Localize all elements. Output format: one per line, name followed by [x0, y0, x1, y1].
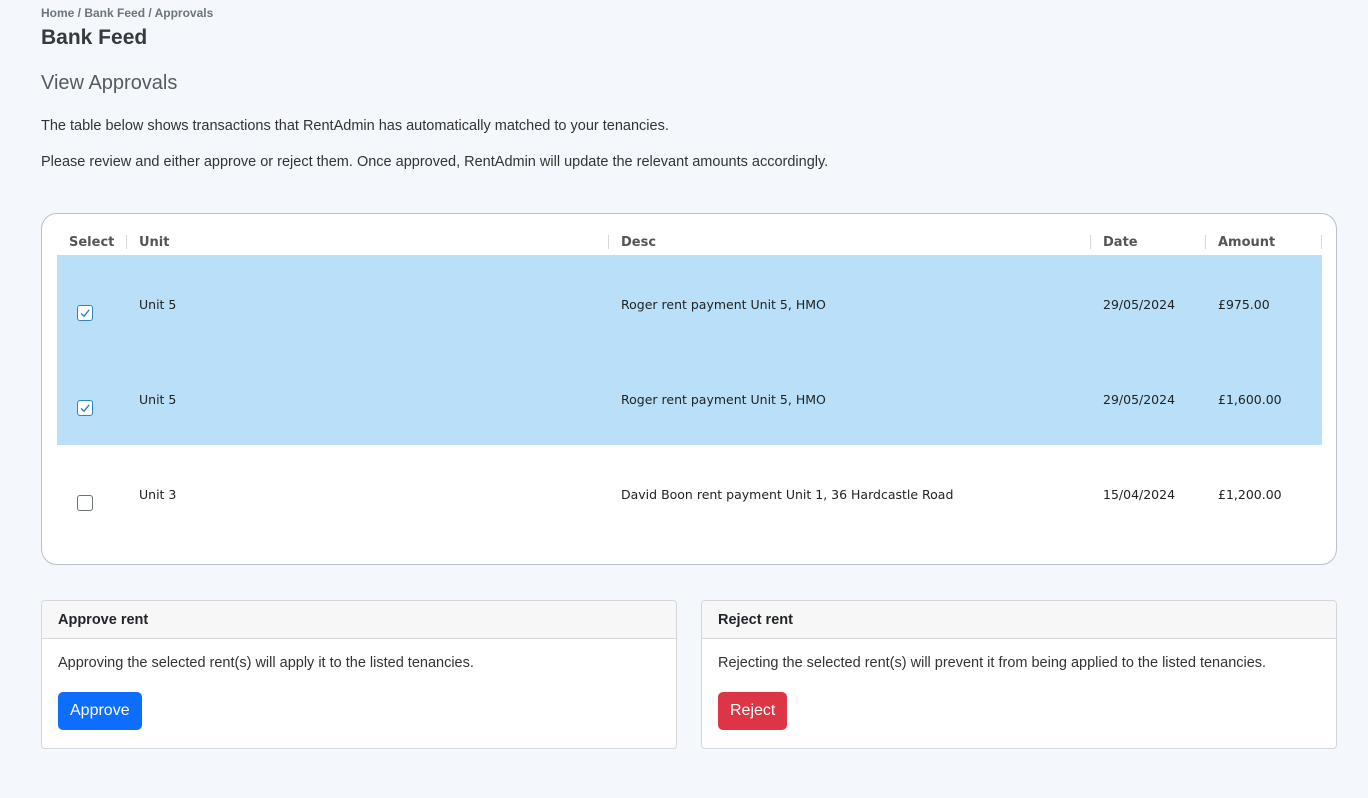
- amount-cell: £1,200.00: [1218, 487, 1282, 502]
- checkmark-icon: [80, 309, 90, 318]
- approvals-grid-card: Select Unit Desc Date Amount Unit 5 Roge…: [41, 213, 1337, 565]
- table-row[interactable]: Unit 3 David Boon rent payment Unit 1, 3…: [57, 445, 1322, 540]
- section-title: View Approvals: [41, 72, 178, 94]
- unit-cell: Unit 5: [139, 297, 177, 312]
- page-title: Bank Feed: [41, 26, 148, 49]
- table-row[interactable]: Unit 5 Roger rent payment Unit 5, HMO 29…: [57, 350, 1322, 445]
- date-cell: 15/04/2024: [1103, 487, 1176, 502]
- grid-header: Select Unit Desc Date Amount: [57, 229, 1322, 255]
- select-cell: [57, 350, 127, 445]
- amount-cell: £975.00: [1218, 297, 1270, 312]
- approve-button[interactable]: Approve: [58, 692, 142, 730]
- reject-card-text: Rejecting the selected rent(s) will prev…: [718, 655, 1267, 671]
- reject-card: Reject rent Rejecting the selected rent(…: [701, 600, 1337, 749]
- desc-cell: Roger rent payment Unit 5, HMO: [621, 392, 826, 407]
- column-header-date[interactable]: Date: [1091, 229, 1206, 255]
- reject-card-title: Reject rent: [702, 601, 1336, 639]
- column-header-amount[interactable]: Amount: [1206, 229, 1322, 255]
- checkmark-icon: [80, 404, 90, 413]
- select-cell: [57, 255, 127, 350]
- amount-cell: £1,600.00: [1218, 392, 1282, 407]
- approve-card-text: Approving the selected rent(s) will appl…: [58, 655, 474, 671]
- date-cell: 29/05/2024: [1103, 297, 1176, 312]
- approvals-grid: Select Unit Desc Date Amount Unit 5 Roge…: [57, 229, 1322, 540]
- unit-cell: Unit 5: [139, 392, 177, 407]
- breadcrumb: Home / Bank Feed / Approvals: [41, 6, 214, 20]
- approve-card: Approve rent Approving the selected rent…: [41, 600, 677, 749]
- column-header-select[interactable]: Select: [57, 229, 127, 255]
- column-header-desc[interactable]: Desc: [609, 229, 1091, 255]
- column-header-unit[interactable]: Unit: [127, 229, 609, 255]
- select-cell: [57, 445, 127, 540]
- intro-text-2: Please review and either approve or reje…: [41, 154, 829, 170]
- row-checkbox[interactable]: [77, 400, 93, 416]
- date-cell: 29/05/2024: [1103, 392, 1176, 407]
- desc-cell: David Boon rent payment Unit 1, 36 Hardc…: [621, 487, 954, 502]
- desc-cell: Roger rent payment Unit 5, HMO: [621, 297, 826, 312]
- row-checkbox[interactable]: [77, 495, 93, 511]
- row-checkbox[interactable]: [77, 305, 93, 321]
- table-row[interactable]: Unit 5 Roger rent payment Unit 5, HMO 29…: [57, 255, 1322, 350]
- approve-card-title: Approve rent: [42, 601, 676, 639]
- intro-text-1: The table below shows transactions that …: [41, 118, 669, 134]
- reject-button[interactable]: Reject: [718, 692, 788, 730]
- unit-cell: Unit 3: [139, 487, 177, 502]
